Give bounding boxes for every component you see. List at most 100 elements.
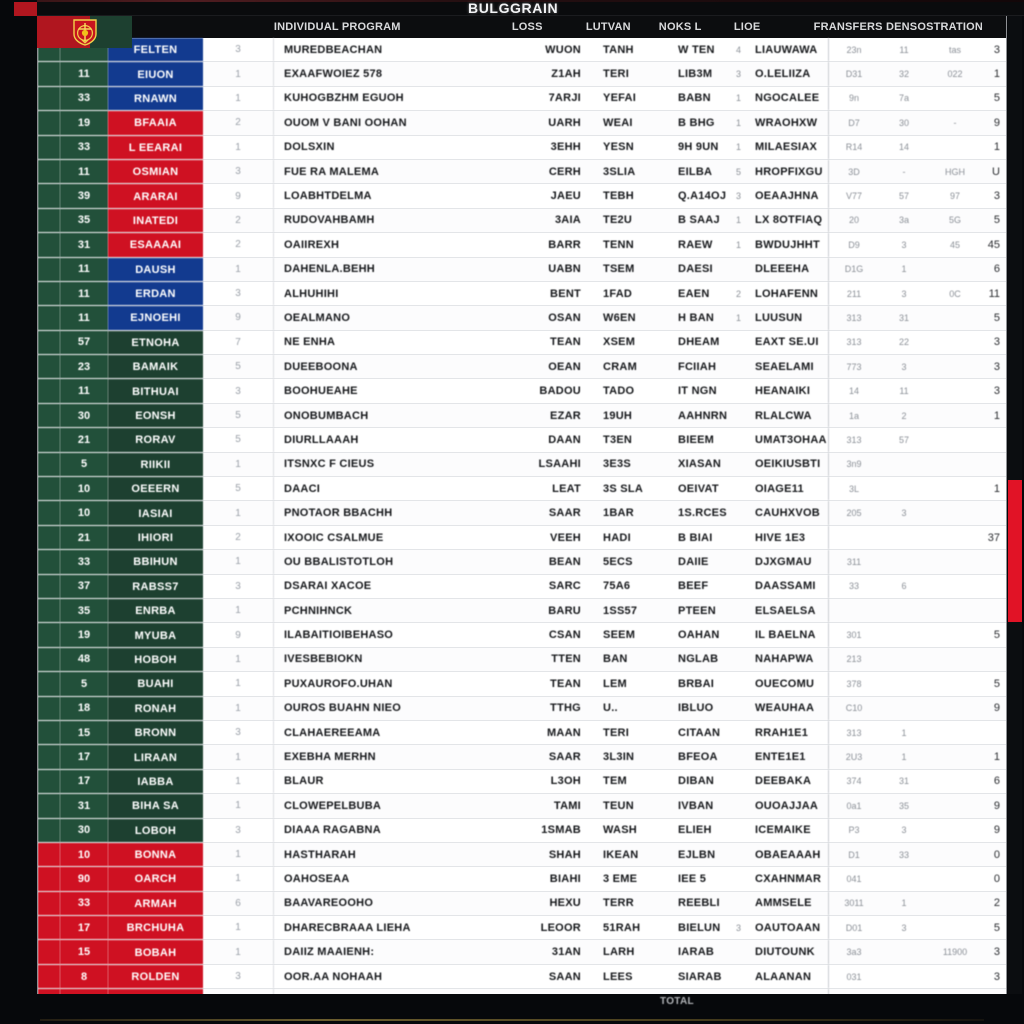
table-row[interactable]: 23 BAMAIK 5 DUEEBOONA OEAN CRAM FCIIAH SEAELAMI… xyxy=(38,355,1006,380)
table-row[interactable]: 10 BONNA 1 HASTHARAH SHAH IKEAN EJLBN OBAEAAAH D… xyxy=(38,842,1006,868)
vertical-scrollbar[interactable] xyxy=(1008,16,1022,994)
table-row[interactable]: 48 HOBOH 1 IVESBEBIOKN TTEN BAN NGLAB NAHAPWA 21… xyxy=(38,647,1006,673)
table-row[interactable]: 18 RONAH 1 OUROS BUAHN NIEO TTHG U.. IBLUO WEAU… xyxy=(38,696,1006,721)
row-badge[interactable]: RONAH xyxy=(108,696,203,720)
table-body[interactable]: FELTEN 3 MUREDBEACHAN WUON TANH W TEN 4 LIAUWAW… xyxy=(38,38,1006,994)
row-rank[interactable]: 37 xyxy=(60,574,108,598)
table-row[interactable]: 90 OARCH 1 OAHOSEAA BIAHI 3 EME IEE 5 CXAHNMAR 0… xyxy=(38,867,1006,892)
table-row[interactable]: 11 BITHUAI 3 BOOHUEAHE BADOU TADO IT NGN HEANAI… xyxy=(38,379,1006,404)
table-row[interactable]: 33 L EEARAI 1 DOLSXIN 3EHH YESN 9H 9UN 1 MILAESI… xyxy=(38,135,1006,160)
row-rank[interactable]: 5 xyxy=(60,672,108,696)
row-rank[interactable]: 11 xyxy=(60,379,108,403)
row-badge[interactable]: BONNA xyxy=(108,842,203,867)
row-rank[interactable]: 31 xyxy=(60,794,108,818)
table-row[interactable]: 15 BRONN 3 CLAHAEREEAMA MAAN TERI CITAAN RRAH1E… xyxy=(38,720,1006,746)
row-rank[interactable]: 11 xyxy=(60,257,108,281)
row-rank[interactable]: 30 xyxy=(60,403,108,428)
row-badge[interactable]: ROLDEN xyxy=(108,964,203,989)
table-row[interactable]: 37 RABSS7 3 DSARAI XACOE SARC 75A6 BEEF DAASSAM… xyxy=(38,574,1006,599)
row-rank[interactable]: 15 xyxy=(60,720,108,745)
table-row[interactable]: 15 BOBAH 1 DAIIZ MAAIENH: 31AN LARH IARAB DIUTO… xyxy=(38,940,1006,965)
row-badge[interactable]: EONSH xyxy=(108,403,203,428)
row-badge[interactable]: BOBAH xyxy=(108,940,203,964)
row-rank[interactable]: 17 xyxy=(60,745,108,769)
row-rank[interactable]: 48 xyxy=(60,647,108,672)
row-rank[interactable]: 19 xyxy=(60,623,108,647)
row-badge[interactable]: OEEERN xyxy=(108,477,203,501)
row-rank[interactable]: 30 xyxy=(60,818,108,842)
table-row[interactable]: 17 LIRAAN 1 EXEBHA MERHN SAAR 3L3IN BFEOA ENTE1… xyxy=(38,745,1006,770)
table-row[interactable]: FELTEN 3 MUREDBEACHAN WUON TANH W TEN 4 LIAUWAW… xyxy=(38,38,1006,63)
row-badge[interactable]: BUAHI xyxy=(108,672,203,696)
table-row[interactable]: 33 BBIHUN 1 OU BBALISTOTLOH BEAN 5ECS DAIIE DJX… xyxy=(38,550,1006,575)
table-row[interactable]: 35 INATEDI 2 RUDOVAHBAMH 3AIA TE2U B SAAJ 1 LX 8… xyxy=(38,208,1006,234)
row-badge[interactable]: BFAAIA xyxy=(108,111,203,135)
sheet-tab[interactable]: TOTAL xyxy=(660,996,694,1007)
table-row[interactable]: 11 EJNOEHI 9 OEALMANO OSAN W6EN H BAN 1 LUUSUN 31… xyxy=(38,306,1006,331)
table-row[interactable]: 31 ESAAAAI 2 OAIIREXH BARR TENN RAEW 1 BWDUJHHT D… xyxy=(38,233,1006,258)
row-badge[interactable]: EJNOEHI xyxy=(108,306,203,330)
table-row[interactable]: 11 DAUSH 1 DAHENLA.BEHH UABN TSEM DAESI DLEEEHA… xyxy=(38,257,1006,282)
table-row[interactable]: 31 BIHA SA 1 CLOWEPELBUBA TAMI TEUN IVBAN OUOAJ… xyxy=(38,794,1006,819)
row-badge[interactable]: IABBA xyxy=(108,769,203,794)
row-rank[interactable]: 10 xyxy=(60,501,108,525)
table-row[interactable]: 35 ENRBA 1 PCHNIHNCK BARU 1SS57 PTEEN ELSAELSA xyxy=(38,598,1006,624)
row-rank[interactable]: 33 xyxy=(60,86,108,111)
scrollbar-thumb[interactable] xyxy=(1008,480,1022,622)
row-badge[interactable]: ESAAAAI xyxy=(108,233,203,257)
header-loss[interactable]: LOSS xyxy=(506,21,580,33)
row-rank[interactable]: 35 xyxy=(60,208,108,233)
table-row[interactable]: 33 RNAWN 1 KUHOGBZHM EGUOH 7ARJI YEFAI BABN 1 NG… xyxy=(38,86,1006,112)
table-row[interactable]: 30 EONSH 5 ONOBUMBACH EZAR 19UH AAHNRN RLALCWA 1… xyxy=(38,403,1006,429)
table-row[interactable]: 19 BFAAIA 2 OUOM V BANI OOHAN UARH WEAI B BHG 1… xyxy=(38,111,1006,136)
table-row[interactable]: 11 ERDAN 3 ALHUHIHI BENT 1FAD EAEN 2 LOHAFENN 211… xyxy=(38,281,1006,307)
row-badge[interactable]: ENRBA xyxy=(108,598,203,623)
row-rank[interactable]: 11 xyxy=(60,281,108,306)
row-rank[interactable]: 31 xyxy=(60,233,108,257)
row-badge[interactable]: BIHA SA xyxy=(108,794,203,818)
row-badge[interactable]: RIIKII xyxy=(108,452,203,477)
row-badge[interactable]: BRONN xyxy=(108,720,203,745)
table-row[interactable]: 5 RIIKII 1 ITSNXC F CIEUS LSAAHI 3E3S XIASAN OE… xyxy=(38,452,1006,478)
row-rank[interactable]: 17 xyxy=(60,916,108,940)
header-noks[interactable]: NOKS L xyxy=(653,21,711,33)
row-badge[interactable]: EIUON xyxy=(108,62,203,86)
row-rank[interactable]: 18 xyxy=(60,696,108,720)
row-rank[interactable]: 33 xyxy=(60,891,108,916)
row-rank[interactable]: 5 xyxy=(60,452,108,477)
row-badge[interactable]: RNAWN xyxy=(108,86,203,111)
row-badge[interactable]: RORAV xyxy=(108,428,203,452)
table-row[interactable]: 17 IABBA 1 BLAUR L3OH TEM DIBAN DEEBAKA 374 31 6 xyxy=(38,769,1006,795)
row-badge[interactable]: RABSS7 xyxy=(108,574,203,598)
row-badge[interactable]: DAUSH xyxy=(108,257,203,281)
row-rank[interactable]: 35 xyxy=(60,598,108,623)
header-program[interactable]: INDIVIDUAL PROGRAM xyxy=(268,21,506,33)
row-badge[interactable]: OSMIAN xyxy=(108,159,203,184)
row-badge[interactable]: ARMAH xyxy=(108,891,203,916)
row-badge[interactable]: IHIORI xyxy=(108,525,203,550)
row-rank[interactable]: 10 xyxy=(60,842,108,867)
table-row[interactable]: 39 ARARAI 9 LOABHTDELMA JAEU TEBH Q.A14OJ 3 OEAA… xyxy=(38,184,1006,209)
table-row[interactable]: 19 MYUBA 9 ILABAITIOIBEHASO CSAN SEEM OAHAN IL … xyxy=(38,623,1006,648)
header-lutvan[interactable]: LUTVAN xyxy=(580,21,653,33)
table-row[interactable]: 10 IASIAI 1 PNOTAOR BBACHH SAAR 1BAR 1S.RCES CA… xyxy=(38,501,1006,526)
row-rank[interactable]: 21 xyxy=(60,428,108,452)
table-row[interactable]: 11 EIUON 1 EXAAFWOIEZ 578 Z1AH TERI LIB3M 3 O.LE… xyxy=(38,62,1006,87)
row-badge[interactable]: ERDAN xyxy=(108,281,203,306)
table-row[interactable]: 30 LOBOH 3 DIAAA RAGABNA 1SMAB WASH ELIEH ICEMA… xyxy=(38,818,1006,843)
table-row[interactable]: 8 ROLDEN 3 OOR.AA NOHAAH SAAN LEES SIARAB ALAAN… xyxy=(38,964,1006,990)
row-badge[interactable]: LIRAAN xyxy=(108,745,203,769)
table-row[interactable]: 10 OEEERN 5 DAACI LEAT 3S SLA OEIVAT OIAGE11 3L 1 xyxy=(38,477,1006,502)
row-rank[interactable]: 11 xyxy=(60,62,108,86)
row-badge[interactable]: HOBOH xyxy=(108,647,203,672)
row-rank[interactable]: 8 xyxy=(60,964,108,989)
table-row[interactable]: 17 BRCHUHA 1 DHARECBRAAA LIEHA LEOOR 51RAH BIE… xyxy=(38,916,1006,941)
table-row[interactable]: 21 IHIORI 2 IXOOIC CSALMUE VEEH HADI B BIAI HIV… xyxy=(38,525,1006,551)
row-rank[interactable]: 10 xyxy=(60,477,108,501)
table-row[interactable]: 11 OSMIAN 3 FUE RA MALEMA CERH 3SLIA EILBA 5 HRO… xyxy=(38,159,1006,185)
row-rank[interactable]: 17 xyxy=(60,769,108,794)
row-rank[interactable]: 21 xyxy=(60,525,108,550)
row-badge[interactable]: BBIHUN xyxy=(108,550,203,574)
row-badge[interactable]: BAMAIK xyxy=(108,355,203,379)
header-metrics[interactable]: FRANSFERS DENSOSTRATION ENGAMEN xyxy=(808,21,982,33)
